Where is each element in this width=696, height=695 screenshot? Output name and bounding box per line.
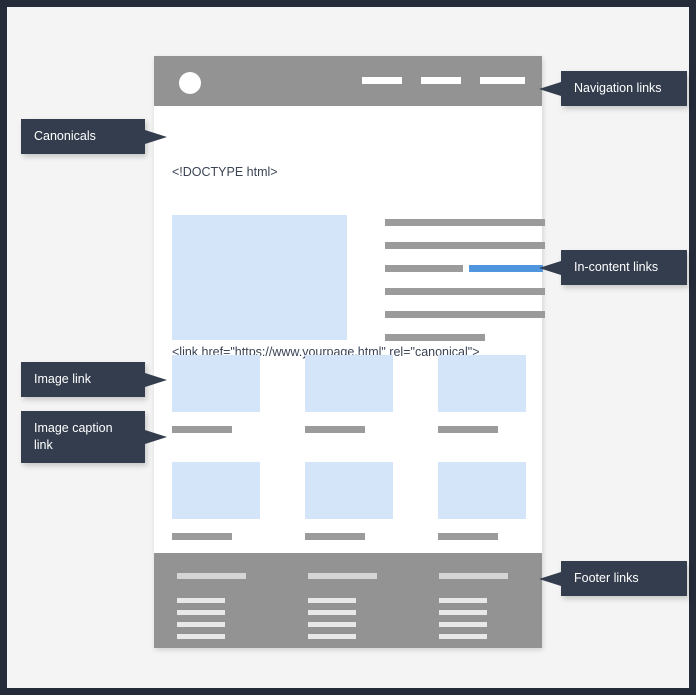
footer-link[interactable] bbox=[177, 598, 225, 603]
hero-image-placeholder[interactable] bbox=[172, 215, 347, 340]
footer-link[interactable] bbox=[439, 634, 487, 639]
callout-footer-links-label: Footer links bbox=[574, 571, 639, 585]
navigation-links-group[interactable] bbox=[362, 77, 525, 84]
thumbnail-cell bbox=[438, 462, 526, 540]
callout-canonicals-label: Canonicals bbox=[34, 129, 96, 143]
callout-navigation-links-label: Navigation links bbox=[574, 81, 662, 95]
text-line-6 bbox=[385, 334, 485, 341]
footer-column-title bbox=[308, 573, 377, 579]
thumb-caption-link[interactable] bbox=[438, 426, 498, 433]
callout-navigation-links: Navigation links bbox=[539, 71, 687, 106]
in-content-link-highlight[interactable] bbox=[469, 265, 543, 272]
callout-canonicals: Canonicals bbox=[21, 119, 167, 154]
footer-link[interactable] bbox=[439, 622, 487, 627]
footer-link[interactable] bbox=[177, 622, 225, 627]
footer-link[interactable] bbox=[177, 634, 225, 639]
text-line-4 bbox=[385, 288, 545, 295]
mock-web-page: <!DOCTYPE html> <html> <head> <link href… bbox=[154, 56, 545, 648]
thumb-image-placeholder[interactable] bbox=[172, 355, 260, 412]
footer-link[interactable] bbox=[177, 610, 225, 615]
thumb-caption-link[interactable] bbox=[305, 533, 365, 540]
footer-column-title bbox=[439, 573, 508, 579]
nav-link-3[interactable] bbox=[480, 77, 525, 84]
callout-in-content-links: In-content links bbox=[539, 250, 687, 285]
callout-pointer-icon bbox=[539, 571, 561, 586]
footer-link[interactable] bbox=[439, 610, 487, 615]
hero-text-block bbox=[385, 219, 545, 341]
footer-link[interactable] bbox=[308, 622, 356, 627]
callout-footer-links: Footer links bbox=[539, 561, 687, 596]
footer-column bbox=[439, 573, 508, 648]
thumbnail-grid bbox=[172, 355, 527, 540]
thumb-caption-link[interactable] bbox=[172, 533, 232, 540]
callout-image-link-label: Image link bbox=[34, 372, 91, 386]
footer-column bbox=[177, 573, 246, 648]
footer-column-title bbox=[177, 573, 246, 579]
thumb-caption-link[interactable] bbox=[172, 426, 232, 433]
nav-link-2[interactable] bbox=[421, 77, 461, 84]
callout-pointer-icon bbox=[145, 372, 167, 387]
thumbnail-cell bbox=[438, 355, 526, 433]
thumbnail-cell bbox=[305, 462, 393, 540]
diagram-canvas: <!DOCTYPE html> <html> <head> <link href… bbox=[0, 0, 696, 695]
callout-pointer-icon bbox=[145, 129, 167, 144]
thumb-image-placeholder[interactable] bbox=[172, 462, 260, 519]
thumb-image-placeholder[interactable] bbox=[305, 355, 393, 412]
hero-section bbox=[172, 215, 545, 341]
callout-in-content-links-label: In-content links bbox=[574, 260, 659, 274]
code-line-doctype: <!DOCTYPE html> bbox=[172, 165, 278, 179]
text-line-2 bbox=[385, 242, 545, 249]
footer-link[interactable] bbox=[308, 598, 356, 603]
thumb-image-placeholder[interactable] bbox=[438, 462, 526, 519]
callout-pointer-icon bbox=[145, 430, 167, 444]
circle-logo-icon bbox=[179, 72, 201, 94]
callout-pointer-icon bbox=[539, 81, 561, 96]
text-segment bbox=[385, 265, 463, 272]
thumbnail-cell bbox=[172, 462, 260, 540]
thumb-image-placeholder[interactable] bbox=[305, 462, 393, 519]
thumbnail-cell bbox=[305, 355, 393, 433]
callout-pointer-icon bbox=[539, 260, 561, 275]
thumb-caption-link[interactable] bbox=[438, 533, 498, 540]
site-footer bbox=[154, 553, 542, 648]
callout-image-caption-link: Image caption link bbox=[21, 411, 167, 463]
thumbnail-cell bbox=[172, 355, 260, 433]
text-line-5 bbox=[385, 311, 545, 318]
footer-link[interactable] bbox=[439, 598, 487, 603]
callout-image-caption-link-label: Image caption link bbox=[34, 421, 113, 452]
thumb-caption-link[interactable] bbox=[305, 426, 365, 433]
thumb-image-placeholder[interactable] bbox=[438, 355, 526, 412]
nav-link-1[interactable] bbox=[362, 77, 402, 84]
site-header bbox=[154, 56, 542, 106]
footer-link[interactable] bbox=[308, 610, 356, 615]
footer-column bbox=[308, 573, 377, 648]
footer-link[interactable] bbox=[308, 634, 356, 639]
text-line-1 bbox=[385, 219, 545, 226]
callout-image-link: Image link bbox=[21, 362, 167, 397]
text-line-3-with-inline-link bbox=[385, 265, 545, 272]
